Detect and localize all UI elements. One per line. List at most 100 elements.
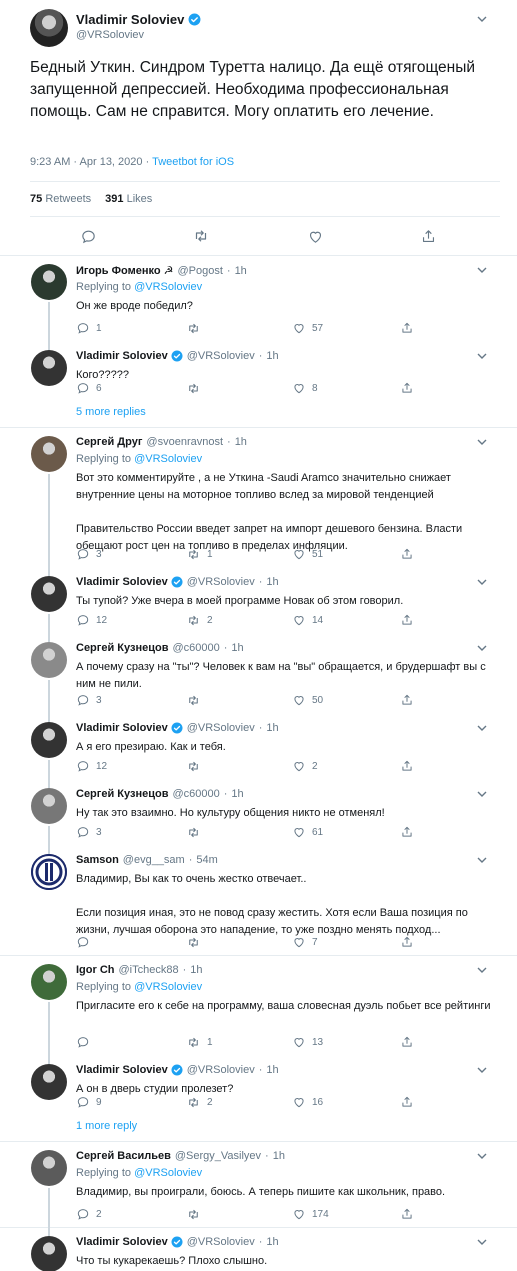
chevron-down-icon[interactable] [475, 12, 489, 26]
chevron-down-icon[interactable] [475, 721, 489, 735]
author-handle[interactable]: @iTcheck88 [119, 964, 179, 976]
chevron-down-icon[interactable] [475, 349, 489, 363]
tweet-time[interactable]: 1h [190, 964, 202, 976]
avatar[interactable] [31, 1150, 67, 1186]
share-button[interactable] [400, 546, 414, 562]
author-handle[interactable]: @Sergy_Vasilyev [175, 1150, 261, 1162]
tweet-time[interactable]: 1h [273, 1150, 285, 1162]
reply-button[interactable]: 3 [76, 546, 102, 562]
author-handle[interactable]: @c60000 [172, 788, 219, 800]
reply-button[interactable]: 3 [76, 692, 102, 708]
replying-to-link[interactable]: @VRSoloviev [134, 981, 202, 993]
author-name[interactable]: Igor Ch [76, 964, 115, 976]
show-more-replies-link[interactable]: 5 more replies [76, 406, 146, 418]
avatar[interactable] [31, 1236, 67, 1271]
chevron-down-icon[interactable] [475, 787, 489, 801]
avatar[interactable] [31, 964, 67, 1000]
avatar[interactable] [31, 854, 67, 890]
avatar[interactable] [31, 436, 67, 472]
author-name[interactable]: Vladimir Soloviev [76, 576, 183, 588]
share-button[interactable] [400, 380, 414, 396]
tweet-time[interactable]: 1h [266, 1236, 278, 1248]
author-handle[interactable]: @VRSoloviev [187, 1064, 255, 1076]
reply-button[interactable]: 9 [76, 1094, 102, 1110]
like-button[interactable]: 13 [292, 1034, 323, 1050]
retweet-button[interactable]: 1 [186, 546, 213, 562]
share-button[interactable] [400, 934, 414, 950]
tweet-time[interactable]: 1h [266, 576, 278, 588]
reply-button[interactable]: 12 [76, 612, 107, 628]
tweet-time[interactable]: 1h [266, 722, 278, 734]
like-button[interactable]: 57 [292, 320, 323, 336]
chevron-down-icon[interactable] [475, 1235, 489, 1249]
tweet-time[interactable]: 1h [266, 1064, 278, 1076]
avatar[interactable] [31, 264, 67, 300]
tweet-time[interactable]: 1h [235, 265, 247, 277]
retweet-button[interactable]: 1 [186, 1034, 213, 1050]
author-name[interactable]: Vladimir Soloviev [76, 1064, 183, 1076]
chevron-down-icon[interactable] [475, 963, 489, 977]
like-button[interactable]: 174 [292, 1206, 329, 1222]
retweets-stat[interactable]: 75 Retweets [30, 193, 91, 205]
share-button[interactable] [400, 692, 414, 708]
author-name[interactable]: Vladimir Soloviev [76, 1236, 183, 1248]
like-button[interactable]: 51 [292, 546, 323, 562]
retweet-button[interactable] [186, 1206, 207, 1222]
share-button[interactable] [400, 1206, 414, 1222]
tweet-time[interactable]: 1h [231, 642, 243, 654]
author-handle[interactable]: @VRSoloviev [187, 722, 255, 734]
share-button[interactable] [400, 612, 414, 628]
reply-icon[interactable] [75, 223, 101, 249]
author-name[interactable]: Vladimir Soloviev [76, 350, 183, 362]
avatar[interactable] [31, 722, 67, 758]
share-button[interactable] [400, 320, 414, 336]
retweet-button[interactable] [186, 692, 207, 708]
retweet-button[interactable] [186, 380, 207, 396]
chevron-down-icon[interactable] [475, 853, 489, 867]
author-handle[interactable]: @VRSoloviev [187, 576, 255, 588]
like-button[interactable]: 7 [292, 934, 318, 950]
like-button[interactable]: 2 [292, 758, 318, 774]
chevron-down-icon[interactable] [475, 641, 489, 655]
reply-button[interactable]: 2 [76, 1206, 102, 1222]
tweet-source-link[interactable]: Tweetbot for iOS [152, 156, 234, 168]
chevron-down-icon[interactable] [475, 263, 489, 277]
tweet-time[interactable]: 1h [266, 350, 278, 362]
reply-button[interactable] [76, 934, 96, 950]
chevron-down-icon[interactable] [475, 1149, 489, 1163]
author-handle[interactable]: @c60000 [172, 642, 219, 654]
reply-button[interactable]: 1 [76, 320, 102, 336]
reply-button[interactable] [76, 1034, 96, 1050]
author-name[interactable]: Сергей Кузнецов [76, 788, 168, 800]
tweet-time[interactable]: 54m [196, 854, 217, 866]
author-name[interactable]: Vladimir Soloviev [76, 12, 201, 27]
share-icon[interactable] [415, 223, 441, 249]
like-button[interactable]: 16 [292, 1094, 323, 1110]
share-button[interactable] [400, 824, 414, 840]
author-handle[interactable]: @evg__sam [123, 854, 185, 866]
replying-to-link[interactable]: @VRSoloviev [134, 281, 202, 293]
like-button[interactable]: 14 [292, 612, 323, 628]
share-button[interactable] [400, 1094, 414, 1110]
chevron-down-icon[interactable] [475, 1063, 489, 1077]
replying-to-link[interactable]: @VRSoloviev [134, 453, 202, 465]
author-handle[interactable]: @Pogost [177, 265, 222, 277]
avatar[interactable] [31, 788, 67, 824]
retweet-button[interactable] [186, 934, 207, 950]
retweet-button[interactable] [186, 320, 207, 336]
reply-button[interactable]: 6 [76, 380, 102, 396]
author-handle[interactable]: @VRSoloviev [187, 1236, 255, 1248]
author-name[interactable]: Сергей Васильев [76, 1150, 171, 1162]
share-button[interactable] [400, 758, 414, 774]
reply-button[interactable]: 12 [76, 758, 107, 774]
retweet-button[interactable] [186, 824, 207, 840]
author-name[interactable]: Игорь Фоменко ☭ [76, 264, 173, 277]
likes-stat[interactable]: 391 Likes [105, 193, 152, 205]
chevron-down-icon[interactable] [475, 435, 489, 449]
like-icon[interactable] [302, 223, 328, 249]
retweet-icon[interactable] [188, 223, 214, 249]
author-name[interactable]: Vladimir Soloviev [76, 722, 183, 734]
author-name[interactable]: Сергей Кузнецов [76, 642, 168, 654]
author-handle[interactable]: @VRSoloviev [76, 29, 144, 41]
like-button[interactable]: 61 [292, 824, 323, 840]
